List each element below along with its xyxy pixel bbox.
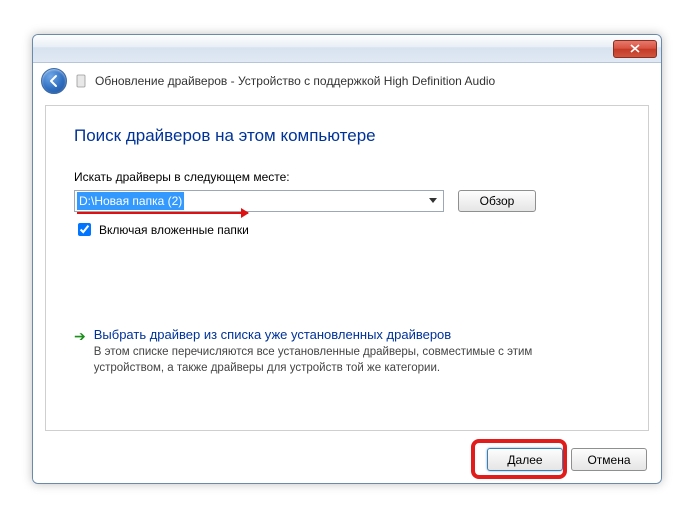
include-subfolders-checkbox[interactable] <box>78 223 91 236</box>
device-icon <box>73 73 89 89</box>
option-description: В этом списке перечисляются все установл… <box>94 345 554 376</box>
content-panel: Поиск драйверов на этом компьютере Искат… <box>45 105 649 431</box>
path-value: D:\Новая папка (2) <box>77 192 184 210</box>
annotation-underline <box>77 212 248 214</box>
close-button[interactable] <box>613 40 657 58</box>
back-button[interactable] <box>41 68 67 94</box>
include-subfolders-row: Включая вложенные папки <box>74 220 620 239</box>
nav-bar: Обновление драйверов - Устройство с подд… <box>33 63 661 99</box>
titlebar <box>33 35 661 63</box>
window-title: Обновление драйверов - Устройство с подд… <box>95 74 495 88</box>
option-title: Выбрать драйвер из списка уже установлен… <box>94 327 554 342</box>
wizard-buttons: Далее Отмена <box>487 448 647 471</box>
back-arrow-icon <box>47 74 61 88</box>
wizard-window: Обновление драйверов - Устройство с подд… <box>32 34 662 484</box>
arrow-right-icon: ➔ <box>74 327 86 345</box>
path-combobox[interactable]: D:\Новая папка (2) <box>74 190 444 212</box>
window-body: Обновление драйверов - Устройство с подд… <box>33 63 661 483</box>
path-label: Искать драйверы в следующем месте: <box>74 170 620 184</box>
cancel-button[interactable]: Отмена <box>571 448 647 471</box>
dropdown-arrow-icon[interactable] <box>425 198 441 204</box>
page-headline: Поиск драйверов на этом компьютере <box>74 126 620 146</box>
browse-button[interactable]: Обзор <box>458 190 536 212</box>
close-icon <box>630 44 640 53</box>
path-row: D:\Новая папка (2) Обзор <box>74 190 620 212</box>
pick-from-list-option[interactable]: ➔ Выбрать драйвер из списка уже установл… <box>74 327 620 376</box>
include-subfolders-label: Включая вложенные папки <box>99 223 249 237</box>
next-button[interactable]: Далее <box>487 448 563 471</box>
